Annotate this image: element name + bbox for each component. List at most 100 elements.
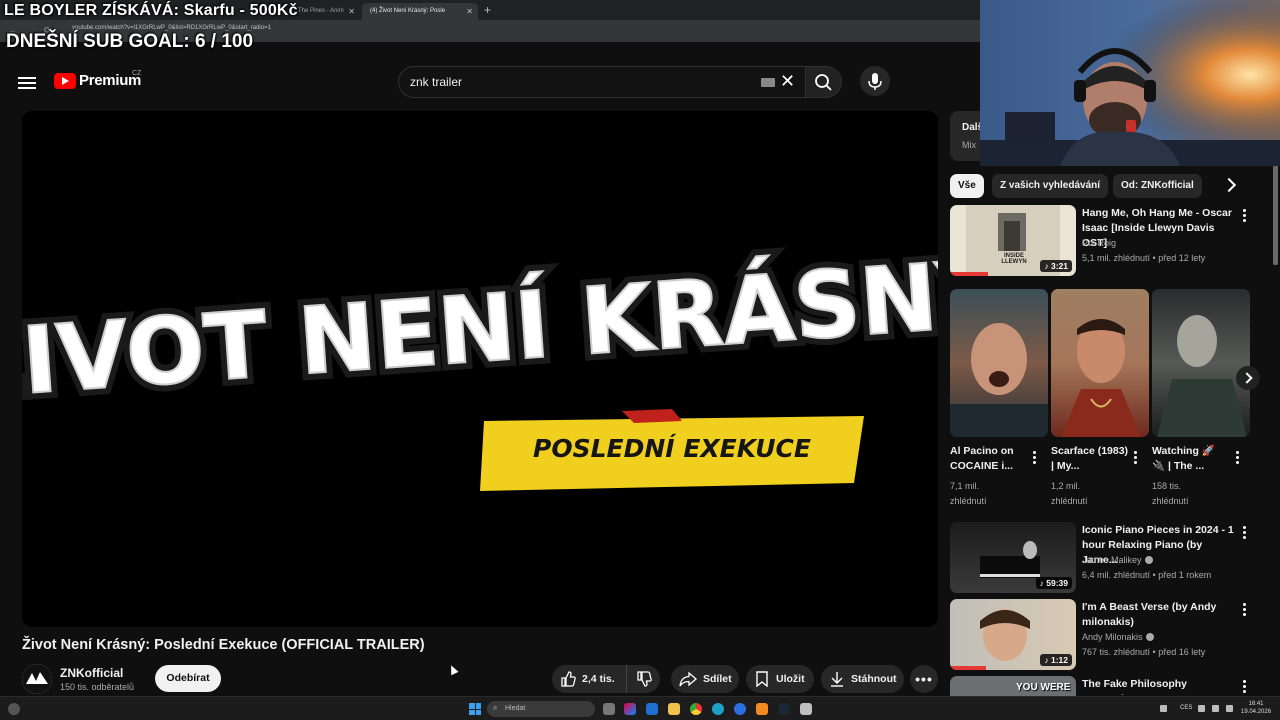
steam-icon[interactable]	[778, 703, 790, 715]
video-frame-artwork: ŽIVOT NENÍ KRÁSNÝ ŽIVOT NENÍ KRÁSNÝ POSL…	[22, 230, 938, 491]
search-icon: ⌕	[493, 703, 498, 712]
more-vertical-icon[interactable]	[1243, 526, 1247, 541]
windows-start-icon[interactable]	[469, 703, 481, 715]
related-video-meta: 767 tis. zhlédnutí • před 16 lety	[1082, 647, 1206, 657]
thumbs-down-icon	[636, 671, 652, 687]
shelf-next-button[interactable]	[1236, 366, 1260, 390]
volume-icon[interactable]	[1212, 705, 1219, 712]
share-button[interactable]: Sdílet	[671, 665, 739, 693]
more-vertical-icon[interactable]	[1243, 680, 1247, 695]
mix-panel-subtitle: Mix	[962, 140, 976, 150]
video-player[interactable]: ŽIVOT NENÍ KRÁSNÝ ŽIVOT NENÍ KRÁSNÝ POSL…	[22, 111, 938, 627]
short-thumbnail[interactable]	[1051, 289, 1149, 437]
scrollbar-thumb[interactable]	[1273, 165, 1278, 265]
microphone-icon	[868, 73, 882, 90]
video-thumbnail[interactable]: ♪ 1:12	[950, 599, 1076, 670]
short-title[interactable]: Al Pacino on COCAINE i...	[950, 444, 1028, 474]
tray-chevron-icon[interactable]	[1160, 705, 1167, 712]
close-tab-icon[interactable]: ✕	[348, 7, 355, 16]
keyboard-icon[interactable]	[761, 78, 775, 87]
related-video-meta: 6,4 mil. zhlédnutí • před 1 rokem	[1082, 570, 1212, 580]
verified-icon	[1145, 633, 1154, 641]
more-actions-button[interactable]: •••	[910, 665, 938, 693]
voice-search-button[interactable]	[860, 66, 890, 96]
save-label: Uložit	[776, 673, 805, 685]
search-icon	[815, 74, 832, 91]
chip-from-searches[interactable]: Z vašich vyhledávání	[992, 174, 1109, 198]
network-icon[interactable]	[1198, 705, 1205, 712]
short-views: 1,2 mil.	[1051, 481, 1081, 491]
app-icon[interactable]	[734, 703, 746, 715]
copilot-icon[interactable]	[624, 703, 636, 715]
thumbnail-text: YOU WERE	[1016, 682, 1071, 693]
save-button[interactable]: Uložit	[746, 665, 814, 693]
related-video-meta: 5,1 mil. zhlédnutí • před 12 lety	[1082, 253, 1206, 263]
related-video-title[interactable]: I'm A Beast Verse (by Andy milonakis)	[1082, 600, 1234, 630]
clock-date: 19.04.2026	[1241, 709, 1272, 715]
like-dislike-group: 2,4 tis.	[552, 665, 660, 693]
subscribe-button[interactable]: Odebírat	[155, 665, 221, 692]
clear-search-icon[interactable]: ✕	[780, 71, 795, 92]
stream-donation-overlay: LE BOYLER ZÍSKÁVÁ: Skarfu - 500Kč	[4, 2, 298, 19]
short-thumbnail[interactable]	[1152, 289, 1250, 437]
language-indicator[interactable]: CES	[1180, 705, 1192, 711]
close-tab-icon[interactable]: ✕	[466, 7, 473, 16]
app-icon[interactable]	[800, 703, 812, 715]
duration-badge: ♪ 3:21	[1040, 260, 1072, 272]
download-button[interactable]: Stáhnout	[821, 665, 904, 693]
mail-icon[interactable]	[646, 703, 658, 715]
edge-icon[interactable]	[712, 703, 724, 715]
clock[interactable]: 16:41 19.04.2026	[1241, 700, 1271, 716]
more-vertical-icon[interactable]	[1134, 451, 1138, 466]
hamburger-menu-icon[interactable]	[18, 74, 36, 90]
new-tab-icon[interactable]: +	[484, 3, 491, 17]
like-button[interactable]: 2,4 tis.	[552, 665, 627, 693]
short-thumbnail[interactable]	[950, 289, 1048, 437]
video-thumbnail[interactable]: YOU WERE	[950, 676, 1076, 696]
subscriber-count: 150 tis. odběratelů	[60, 682, 135, 692]
clock-time: 16:41	[1248, 701, 1264, 707]
related-video-channel[interactable]: James Malikey	[1082, 555, 1153, 565]
search-input[interactable]: znk trailer	[410, 75, 462, 89]
share-label: Sdílet	[703, 673, 732, 685]
dislike-button[interactable]	[627, 671, 660, 687]
weather-widget-icon[interactable]	[8, 703, 20, 715]
app-icon[interactable]	[756, 703, 768, 715]
short-title[interactable]: Watching 🚀 🔌 | The ...	[1152, 444, 1230, 474]
mouse-cursor-icon	[447, 663, 459, 676]
task-view-icon[interactable]	[603, 703, 615, 715]
video-thumbnail[interactable]: ♪ 59:39	[950, 522, 1076, 593]
short-views: 158 tis.	[1152, 481, 1182, 491]
taskbar-search[interactable]: ⌕ Hledat	[487, 701, 595, 717]
more-vertical-icon[interactable]	[1236, 451, 1240, 466]
short-title[interactable]: Scarface (1983) | My...	[1051, 444, 1129, 474]
channel-avatar[interactable]	[22, 664, 52, 694]
video-thumbnail[interactable]: INSIDE LLEWYN ♪ 3:21	[950, 205, 1076, 276]
related-video-title[interactable]: The Fake Philosophy Destroying M...	[1082, 677, 1234, 695]
search-box[interactable]: znk trailer ✕	[398, 66, 806, 98]
taskbar-search-placeholder: Hledat	[505, 705, 526, 712]
chip-from-channel[interactable]: Od: ZNKofficial	[1113, 174, 1202, 198]
youtube-premium-logo[interactable]: Premium	[54, 72, 141, 89]
related-video-channel[interactable]: Andy Milonakis	[1082, 632, 1154, 642]
chevron-right-icon[interactable]	[1221, 177, 1237, 193]
battery-icon[interactable]	[1226, 705, 1233, 712]
short-views-label: zhlédnutí	[1152, 496, 1189, 506]
duration-badge: ♪ 59:39	[1035, 577, 1072, 589]
chip-all[interactable]: Vše	[950, 174, 984, 198]
search-button[interactable]	[806, 66, 842, 98]
more-vertical-icon[interactable]	[1033, 451, 1037, 466]
related-video-channel[interactable]: Pol Roig	[1082, 238, 1116, 248]
streamer-webcam	[980, 0, 1280, 166]
more-vertical-icon[interactable]	[1243, 209, 1247, 224]
chrome-icon[interactable]	[690, 703, 702, 715]
short-views-label: zhlédnutí	[950, 496, 987, 506]
like-count: 2,4 tis.	[582, 673, 615, 685]
file-explorer-icon[interactable]	[668, 703, 680, 715]
channel-name[interactable]: ZNKofficial	[60, 666, 123, 680]
more-horizontal-icon: •••	[915, 671, 933, 687]
bookmark-icon	[756, 671, 768, 687]
more-vertical-icon[interactable]	[1243, 603, 1247, 618]
browser-tab-active[interactable]: (4) Život Není Krásný: Posle ✕	[362, 3, 478, 20]
browser-tab[interactable]: The Pines - Anim ✕	[290, 3, 360, 20]
